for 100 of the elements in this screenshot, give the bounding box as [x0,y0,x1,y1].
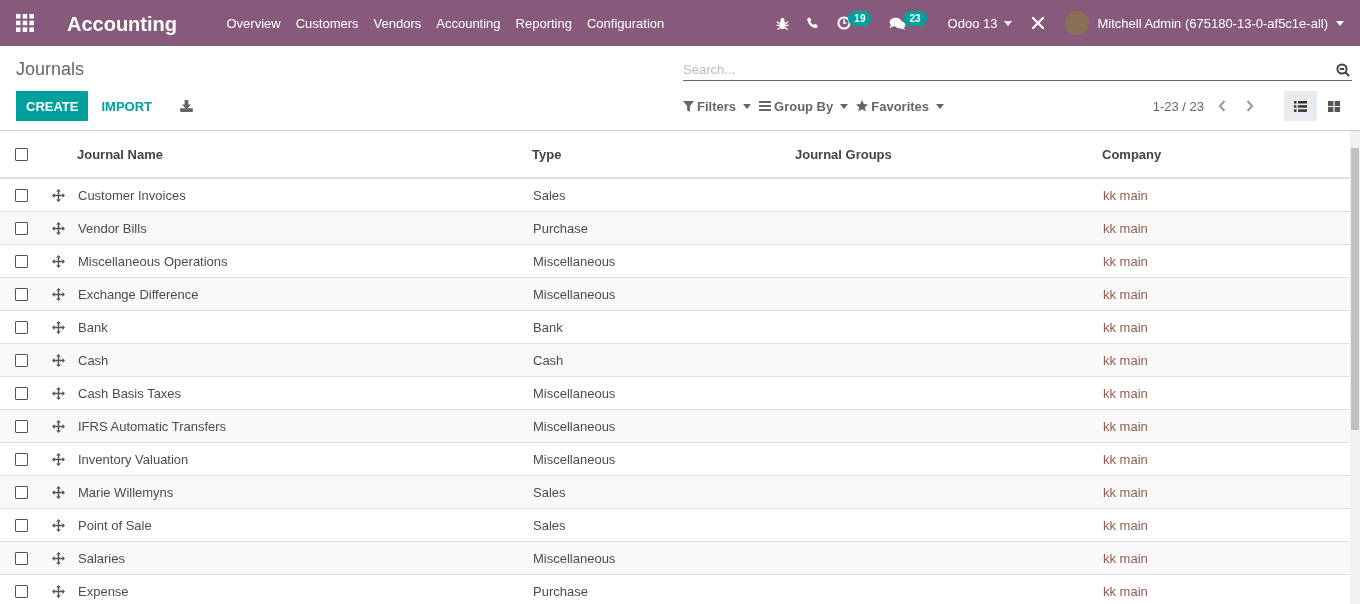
row-checkbox[interactable] [15,188,28,202]
phone-icon[interactable] [807,17,820,29]
company-cell-text: kk main [1102,253,1149,269]
search-option-dropdown[interactable]: Favorites [856,98,945,114]
bars-icon [759,101,771,111]
drag-handle-icon[interactable] [51,452,65,466]
journal-name-cell-text: Point of Sale [77,517,153,533]
menu-item[interactable]: Vendors [366,15,429,31]
download-icon[interactable] [180,100,194,112]
type-cell-text: Bank [532,319,564,335]
type-cell-text: Miscellaneous [532,385,617,401]
menu-item[interactable]: Overview [219,15,289,31]
company-cell-text: kk main [1102,418,1149,434]
journal-name-cell-text: Exchange Difference [77,286,200,302]
clock-icon[interactable] [837,16,852,30]
type-cell-text: Sales [532,187,567,203]
drag-handle-icon[interactable] [51,353,65,367]
company-cell-text: kk main [1102,484,1149,500]
message-count-badge: 23 [903,11,927,26]
journal-name-cell-text: Expense [77,583,130,599]
drag-handle-icon[interactable] [51,485,65,499]
next-icon [1246,100,1254,112]
column-header[interactable]: Type [527,146,790,162]
drag-handle-icon[interactable] [51,419,65,433]
type-cell-text: Miscellaneous [532,253,617,269]
company-switcher[interactable]: Odoo 13 [935,15,1023,31]
menu-item[interactable]: Configuration [579,15,672,31]
company-cell-text: kk main [1102,220,1149,236]
view-switch-button[interactable] [1284,91,1317,121]
company-cell-text: kk main [1102,583,1149,599]
app-title[interactable]: Accounting [67,10,177,36]
row-checkbox[interactable] [15,485,28,499]
menu-item[interactable]: Accounting [428,15,509,31]
drag-handle-icon[interactable] [51,386,65,400]
company-cell-text: kk main [1102,286,1149,302]
row-checkbox[interactable] [15,518,28,532]
caret-icon [840,103,849,109]
type-cell-text: Miscellaneous [532,286,617,302]
type-cell-text: Sales [532,517,567,533]
journal-name-cell-text: Salaries [77,550,126,566]
menu-item[interactable]: Customers [288,15,367,31]
search-icon[interactable] [1336,62,1350,77]
user-menu[interactable]: Mitchell Admin (675180-13-0-af5c1e-all) [1054,11,1360,35]
drag-handle-icon[interactable] [51,320,65,334]
journal-name-cell-text: Cash [77,352,110,368]
drag-handle-icon[interactable] [51,254,65,268]
company-cell-text: kk main [1102,385,1149,401]
chat-icon[interactable] [889,16,907,30]
menu-item[interactable]: Reporting [508,15,580,31]
row-checkbox[interactable] [15,551,28,565]
row-checkbox[interactable] [15,386,28,400]
avatar-circle [1065,11,1090,35]
create-button[interactable]: CREATE [16,91,89,121]
journal-name-cell-text: Vendor Bills [77,220,148,236]
company-cell-text: kk main [1102,319,1149,335]
row-checkbox[interactable] [15,254,28,268]
journal-name-cell-text: Inventory Valuation [77,451,190,467]
drag-handle-icon[interactable] [51,221,65,235]
search-field[interactable]: Search... [683,58,1352,81]
journal-name-cell-text: Cash Basis Taxes [77,385,183,401]
scrollbar[interactable] [1350,131,1360,604]
company-cell-text: kk main [1102,352,1149,368]
type-cell-text: Cash [532,352,565,368]
company-cell-text: kk main [1102,187,1149,203]
list-icon [1294,100,1307,112]
company-cell-text: kk main [1102,451,1149,467]
filter-icon [683,100,694,112]
row-checkbox[interactable] [15,221,28,235]
company-cell-text: kk main [1102,550,1149,566]
row-checkbox[interactable] [15,320,28,334]
search-option-dropdown[interactable]: Group By [759,98,849,114]
drag-handle-icon[interactable] [51,518,65,532]
row-checkbox[interactable] [15,353,28,367]
company-cell-text: kk main [1102,517,1149,533]
type-cell-text: Miscellaneous [532,451,617,467]
type-cell-text: Miscellaneous [532,550,617,566]
apps-menu-icon[interactable] [16,14,34,32]
import-button[interactable]: IMPORT [88,90,163,122]
row-checkbox[interactable] [15,287,28,301]
column-header[interactable]: Journal Groups [790,146,1097,162]
journal-name-cell-text: Marie Willemyns [77,484,175,500]
page-title: Journals [16,58,85,80]
row-checkbox[interactable] [15,452,28,466]
pager-value[interactable]: 1-23 / 23 [1152,98,1204,114]
type-cell-text: Sales [532,484,567,500]
drag-handle-icon[interactable] [51,551,65,565]
activity-count-badge: 19 [848,11,872,26]
row-checkbox[interactable] [15,419,28,433]
drag-handle-icon[interactable] [51,584,65,598]
kanban-icon [1327,100,1340,112]
bug-icon[interactable] [776,16,790,30]
select-all-checkbox[interactable] [15,147,28,161]
drag-handle-icon[interactable] [51,287,65,301]
search-option-dropdown[interactable]: Filters [683,98,751,114]
drag-handle-icon[interactable] [51,188,65,202]
column-header[interactable]: Journal Name [72,146,527,162]
column-header[interactable]: Company [1097,146,1350,162]
caret-icon [1336,20,1344,26]
row-checkbox[interactable] [15,584,28,598]
type-cell-text: Purchase [532,583,589,599]
